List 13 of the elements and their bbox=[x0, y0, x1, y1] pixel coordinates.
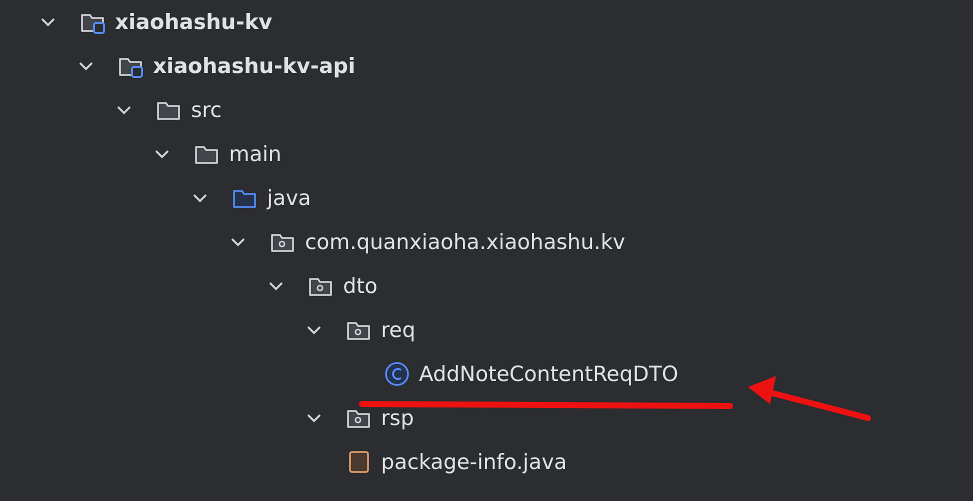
tree-item-label[interactable]: dto bbox=[343, 274, 378, 298]
tree-item-label[interactable]: xiaohashu-kv-api bbox=[153, 54, 356, 78]
file-icon bbox=[346, 449, 372, 475]
tree-item-label[interactable]: src bbox=[191, 98, 222, 122]
tree-item-label[interactable]: req bbox=[381, 318, 416, 342]
tree-item-label[interactable]: package-info.java bbox=[381, 450, 567, 474]
tree-item-label[interactable]: main bbox=[229, 142, 282, 166]
tree-item-label[interactable]: com.quanxiaoha.xiaohashu.kv bbox=[305, 230, 626, 254]
class-icon bbox=[384, 361, 410, 387]
tree-item-label[interactable]: java bbox=[267, 186, 311, 210]
tree-item-label[interactable]: xiaohashu-kv bbox=[115, 10, 272, 34]
tree-item-label[interactable]: rsp bbox=[381, 406, 414, 430]
tree-item-label[interactable]: AddNoteContentReqDTO bbox=[419, 362, 678, 386]
